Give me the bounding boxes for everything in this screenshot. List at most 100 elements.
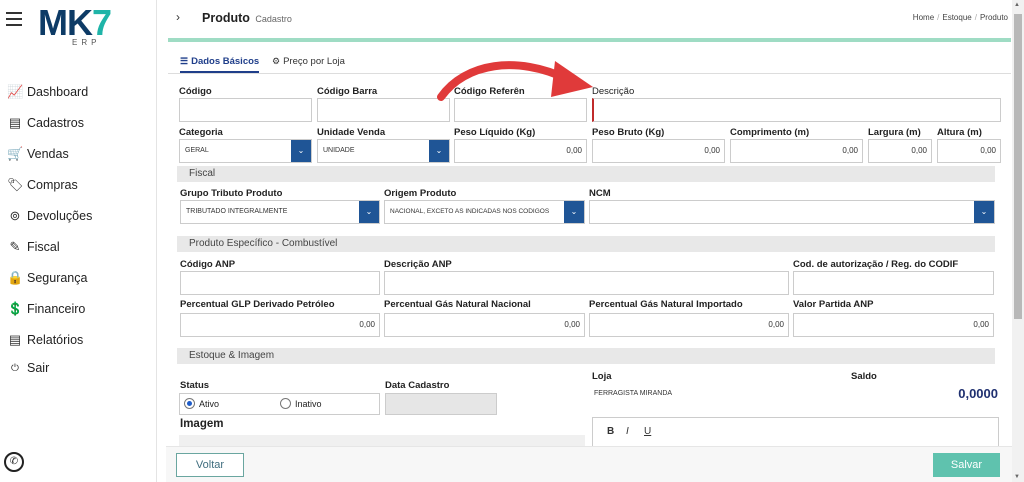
grupo-tributo-select[interactable]: TRIBUTADO INTEGRALMENTE ⌄ — [180, 200, 380, 224]
bold-button[interactable]: B — [607, 426, 614, 437]
perc-glp-input[interactable]: 0,00 — [180, 313, 380, 337]
sidebar-item-financeiro[interactable]: 💲 Financeiro — [0, 293, 157, 324]
italic-button[interactable]: I — [626, 426, 629, 437]
sidebar-item-fiscal[interactable]: ✎ Fiscal — [0, 231, 157, 262]
chevron-down-icon[interactable]: ⌄ — [291, 140, 311, 162]
perc-gn-importado-input[interactable]: 0,00 — [589, 313, 789, 337]
largura-input[interactable]: 0,00 — [868, 139, 932, 163]
categoria-select[interactable]: GERAL ⌄ — [179, 139, 312, 163]
comprimento-label: Comprimento (m) — [730, 127, 810, 138]
sidebar-nav: 📈 Dashboard ▤ Cadastros 🛒 Vendas 🏷 Compras ⊚… — [0, 76, 157, 381]
sidebar-item-compras[interactable]: 🏷 Compras — [0, 169, 157, 200]
peso-bruto-input[interactable]: 0,00 — [592, 139, 725, 163]
unidade-venda-select[interactable]: UNIDADE ⌄ — [317, 139, 450, 163]
salvar-button[interactable]: Salvar — [933, 453, 1000, 477]
scroll-down-icon[interactable]: ▼ — [1014, 474, 1020, 480]
chart-icon: 📈 — [7, 83, 24, 99]
breadcrumb-produto: Produto — [979, 13, 1008, 22]
scrollbar-thumb[interactable] — [1014, 14, 1022, 319]
pen-icon: ✎ — [9, 238, 21, 254]
logo-subtitle: ERP — [72, 38, 101, 47]
page-header: › Produto Cadastro Home / Estoque / Produto — [166, 4, 1012, 34]
cart-icon: 🛒 — [7, 145, 24, 161]
chevron-right-icon[interactable]: › — [176, 10, 180, 24]
ncm-label: NCM — [589, 188, 611, 199]
codigo-label: Código — [179, 86, 212, 97]
tab-dados-basicos[interactable]: ☰ Dados Básicos — [180, 56, 260, 73]
grupo-tributo-label: Grupo Tributo Produto — [180, 188, 283, 199]
cod-autorizacao-input[interactable] — [793, 271, 994, 295]
descricao-anp-input[interactable] — [384, 271, 789, 295]
breadcrumb-estoque[interactable]: Estoque — [942, 13, 971, 22]
imagem-label: Imagem — [180, 418, 224, 430]
categoria-label: Categoria — [179, 127, 223, 138]
descricao-input[interactable] — [592, 98, 1001, 122]
menu-icon[interactable] — [6, 12, 22, 26]
peso-liquido-input[interactable]: 0,00 — [454, 139, 587, 163]
scrollbar[interactable]: ▲ ▼ — [1012, 0, 1024, 482]
report-icon: ▤ — [8, 331, 22, 347]
image-upload-area[interactable] — [179, 435, 585, 446]
altura-label: Altura (m) — [937, 127, 982, 138]
unidade-venda-label: Unidade Venda — [317, 127, 386, 138]
annotation-arrow-icon — [437, 61, 593, 101]
status-radio-group: Ativo Inativo — [179, 393, 380, 415]
radio-unchecked-icon — [280, 398, 291, 409]
chevron-down-icon[interactable]: ⌄ — [429, 140, 449, 162]
whatsapp-icon[interactable]: ✆ — [4, 452, 24, 472]
sidebar-item-sair[interactable]: ⏻ Sair — [0, 355, 157, 381]
power-icon: ⏻ — [11, 362, 19, 374]
radio-ativo[interactable]: Ativo — [184, 398, 219, 409]
chevron-down-icon[interactable]: ⌄ — [974, 201, 994, 223]
codigo-anp-input[interactable] — [180, 271, 380, 295]
sidebar-item-seguranca[interactable]: 🔒 Segurança — [0, 262, 157, 293]
perc-gn-nacional-label: Percentual Gás Natural Nacional — [384, 299, 531, 310]
radio-inativo[interactable]: Inativo — [280, 398, 322, 409]
loja-header: Loja — [592, 371, 612, 382]
data-cadastro-field — [385, 393, 497, 415]
peso-bruto-label: Peso Bruto (Kg) — [592, 127, 665, 138]
sidebar-item-dashboard[interactable]: 📈 Dashboard — [0, 76, 157, 107]
origem-produto-select[interactable]: NACIONAL, EXCETO AS INDICADAS NOS CODIGO… — [384, 200, 585, 224]
cod-autorizacao-label: Cod. de autorização / Reg. do CODIF — [793, 259, 959, 270]
sidebar-item-relatorios[interactable]: ▤ Relatórios — [0, 324, 157, 355]
perc-glp-label: Percentual GLP Derivado Petróleo — [180, 299, 335, 310]
status-label: Status — [180, 380, 210, 391]
codigo-input[interactable] — [179, 98, 312, 122]
scroll-up-icon[interactable]: ▲ — [1014, 2, 1020, 8]
ncm-select[interactable]: ⌄ — [589, 200, 995, 224]
altura-input[interactable]: 0,00 — [937, 139, 1001, 163]
valor-partida-input[interactable]: 0,00 — [793, 313, 994, 337]
tag-icon: 🏷 — [7, 176, 24, 192]
page-subtitle: Cadastro — [255, 14, 292, 24]
comprimento-input[interactable]: 0,00 — [730, 139, 863, 163]
page-title: Produto Cadastro — [202, 11, 292, 25]
sidebar-item-devolucoes[interactable]: ⊚ Devoluções — [0, 200, 157, 231]
money-icon: 💲 — [7, 300, 24, 316]
peso-liquido-label: Peso Líquido (Kg) — [454, 127, 536, 138]
underline-button[interactable]: U — [644, 426, 651, 437]
fiscal-section-header: Fiscal — [177, 166, 995, 182]
breadcrumb: Home / Estoque / Produto — [912, 13, 1008, 22]
origem-produto-label: Origem Produto — [384, 188, 457, 199]
combustivel-section-header: Produto Específico - Combustível — [177, 236, 995, 252]
rich-text-editor[interactable]: B I U — [592, 417, 999, 446]
chevron-down-icon[interactable]: ⌄ — [564, 201, 584, 223]
sidebar-item-cadastros[interactable]: ▤ Cadastros — [0, 107, 157, 138]
loja-name: FERRAGISTA MIRANDA — [594, 390, 673, 397]
sidebar-item-vendas[interactable]: 🛒 Vendas — [0, 138, 157, 169]
codigo-barra-label: Código Barra — [317, 86, 378, 97]
database-icon: ☰ — [180, 56, 189, 66]
voltar-button[interactable]: Voltar — [176, 453, 244, 477]
saldo-value: 0,0000 — [958, 386, 998, 401]
perc-gn-nacional-input[interactable]: 0,00 — [384, 313, 585, 337]
tab-preco-por-loja[interactable]: ⚙ Preço por Loja — [272, 56, 345, 67]
breadcrumb-home[interactable]: Home — [913, 13, 934, 22]
lock-icon: 🔒 — [7, 269, 24, 285]
gear-icon: ⚙ — [272, 56, 281, 66]
codigo-barra-input[interactable] — [317, 98, 450, 122]
radio-checked-icon — [184, 398, 195, 409]
chevron-down-icon[interactable]: ⌄ — [359, 201, 379, 223]
data-cadastro-label: Data Cadastro — [385, 380, 450, 391]
descricao-anp-label: Descrição ANP — [384, 259, 452, 270]
